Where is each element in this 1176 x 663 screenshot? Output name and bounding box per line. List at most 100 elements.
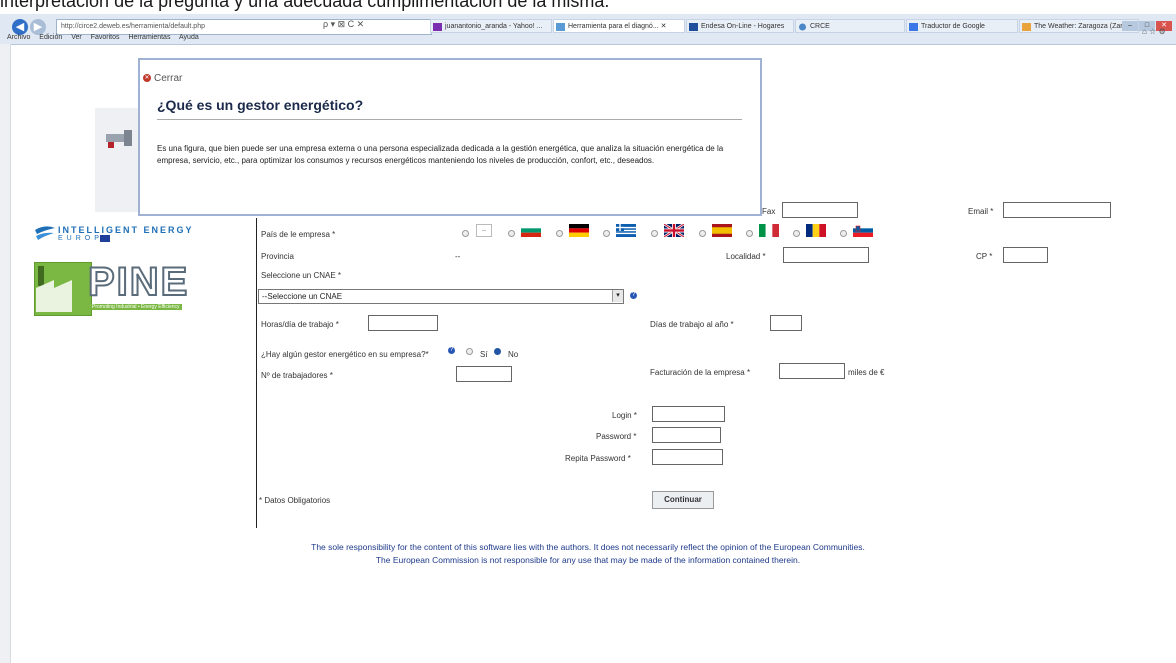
locality-input[interactable] bbox=[783, 247, 869, 263]
minimize-button[interactable]: – bbox=[1122, 21, 1138, 31]
province-label: Provincia bbox=[261, 252, 294, 261]
eu-flag-icon bbox=[100, 235, 110, 242]
close-label: Cerrar bbox=[154, 73, 183, 84]
menu-favoritos[interactable]: Favoritos bbox=[91, 34, 120, 41]
modal-title: ¿Qué es un gestor energético? bbox=[157, 97, 364, 113]
tab-herramienta[interactable]: Herramienta para el diagnó... ✕ bbox=[553, 19, 685, 33]
form-divider bbox=[256, 218, 257, 528]
hours-label: Horas/día de trabajo * bbox=[261, 320, 339, 329]
spain-flag-icon bbox=[712, 224, 732, 237]
login-label: Login * bbox=[612, 411, 637, 420]
cnae-selected-value: --Seleccione un CNAE bbox=[262, 292, 343, 301]
days-label: Días de trabajo al año * bbox=[650, 320, 734, 329]
menu-bar: Archivo Edición Ver Favoritos Herramient… bbox=[0, 34, 1176, 44]
country-radio-italy[interactable] bbox=[746, 230, 753, 237]
locality-label: Localidad * bbox=[726, 252, 766, 261]
disclaimer-line-1: The sole responsibility for the content … bbox=[311, 542, 865, 552]
tab-crce[interactable]: CRCE bbox=[795, 19, 905, 33]
workers-input[interactable] bbox=[456, 366, 512, 382]
romania-flag-icon bbox=[806, 224, 826, 237]
revenue-unit: miles de € bbox=[848, 368, 885, 377]
days-input[interactable] bbox=[770, 315, 802, 331]
tab-traductor[interactable]: Traductor de Google bbox=[906, 19, 1018, 33]
repeat-password-input[interactable] bbox=[652, 449, 723, 465]
forward-button[interactable]: ▶ bbox=[30, 19, 46, 35]
intelligent-energy-swoosh-icon bbox=[35, 226, 55, 240]
country-radio-spain[interactable] bbox=[699, 230, 706, 237]
email-input[interactable] bbox=[1003, 202, 1111, 218]
translate-tab-icon bbox=[909, 23, 918, 31]
weather-tab-icon bbox=[1022, 23, 1031, 31]
country-radio-romania[interactable] bbox=[793, 230, 800, 237]
menu-herramientas[interactable]: Herramientas bbox=[128, 34, 170, 41]
revenue-input[interactable] bbox=[779, 363, 845, 379]
manager-help-icon[interactable]: ? bbox=[448, 347, 455, 354]
germany-flag-icon bbox=[569, 224, 589, 237]
manager-no-label: No bbox=[508, 350, 519, 359]
info-modal bbox=[138, 58, 762, 216]
pine-tagline: Promoting Industrial • Energy Efficiency bbox=[90, 304, 182, 310]
disclaimer-line-2: The European Commission is not responsib… bbox=[375, 555, 801, 565]
province-value: -- bbox=[455, 252, 461, 261]
yahoo-tab-icon bbox=[433, 23, 442, 31]
machine-image bbox=[95, 108, 139, 212]
address-bar[interactable]: http://circe2.deweb.es/herramienta/defau… bbox=[56, 19, 432, 35]
help-icon[interactable]: ? bbox=[630, 292, 637, 299]
login-input[interactable] bbox=[652, 406, 725, 422]
page-caption: interpretación de la pregunta y una adec… bbox=[0, 0, 610, 11]
slovenia-flag-icon bbox=[853, 224, 873, 237]
modal-body: Es una figura, que bien puede ser una em… bbox=[157, 144, 724, 165]
password-label: Password * bbox=[596, 432, 637, 441]
cp-label: CP * bbox=[976, 252, 993, 261]
cp-input[interactable] bbox=[1003, 247, 1048, 263]
tab-yahoo[interactable]: juanantonio_aranda - Yahoo! ... bbox=[430, 19, 552, 33]
cnae-select[interactable]: --Seleccione un CNAE bbox=[258, 289, 624, 304]
country-radio-slovenia[interactable] bbox=[840, 230, 847, 237]
tab-endesa[interactable]: Endesa On-Line - Hogares bbox=[686, 19, 794, 33]
manager-radio-no[interactable] bbox=[494, 348, 501, 355]
country-radio-uk[interactable] bbox=[651, 230, 658, 237]
back-button[interactable]: ◀ bbox=[12, 19, 28, 35]
required-note: * Datos Obligatorios bbox=[259, 496, 331, 505]
menu-edicion[interactable]: Edición bbox=[39, 34, 62, 41]
email-label: Email * bbox=[968, 207, 994, 216]
menu-ver[interactable]: Ver bbox=[71, 34, 82, 41]
country-label: País de le empresa * bbox=[261, 230, 336, 239]
address-controls[interactable]: ρ ▾ ⊠ C ✕ bbox=[323, 19, 364, 30]
manager-radio-yes[interactable] bbox=[466, 348, 473, 355]
pine-title: PINE bbox=[87, 260, 190, 304]
disclaimer: The sole responsibility for the content … bbox=[0, 541, 1176, 567]
page-tab-icon bbox=[556, 23, 565, 31]
manager-yes-label: Sí bbox=[480, 350, 488, 359]
revenue-label: Facturación de la empresa * bbox=[650, 368, 751, 377]
country-radio-germany[interactable] bbox=[556, 230, 563, 237]
chevron-down-icon[interactable]: ▾ bbox=[612, 290, 623, 302]
fax-input[interactable] bbox=[782, 202, 858, 218]
country-radio-bulgaria[interactable] bbox=[508, 230, 515, 237]
menu-ayuda[interactable]: Ayuda bbox=[179, 34, 199, 41]
greece-flag-icon bbox=[616, 224, 636, 237]
password-input[interactable] bbox=[652, 427, 721, 443]
bulgaria-flag-icon bbox=[521, 224, 541, 237]
crce-tab-icon bbox=[799, 23, 806, 31]
close-icon: ✕ bbox=[143, 74, 151, 83]
no-flag-placeholder: – bbox=[476, 224, 492, 237]
fax-label: Fax bbox=[762, 207, 776, 216]
uk-flag-icon bbox=[664, 224, 684, 237]
menu-archivo[interactable]: Archivo bbox=[7, 34, 30, 41]
factory-icon bbox=[36, 266, 72, 312]
country-radio-none[interactable] bbox=[462, 230, 469, 237]
intelligent-energy-title: INTELLIGENT ENERGY bbox=[58, 225, 194, 235]
cnae-label: Seleccione un CNAE * bbox=[261, 271, 342, 280]
italy-flag-icon bbox=[759, 224, 779, 237]
manager-question: ¿Hay algún gestor energético en su empre… bbox=[261, 350, 429, 359]
continue-button[interactable]: Continuar bbox=[652, 491, 714, 509]
modal-close-button[interactable]: ✕ Cerrar bbox=[143, 73, 182, 84]
modal-divider bbox=[157, 119, 742, 120]
repeat-password-label: Repita Password * bbox=[565, 454, 631, 463]
hours-input[interactable] bbox=[368, 315, 438, 331]
country-radio-greece[interactable] bbox=[603, 230, 610, 237]
workers-label: Nº de trabajadores * bbox=[261, 371, 333, 380]
machine-icon bbox=[106, 130, 132, 148]
left-edge-strip bbox=[0, 44, 11, 663]
